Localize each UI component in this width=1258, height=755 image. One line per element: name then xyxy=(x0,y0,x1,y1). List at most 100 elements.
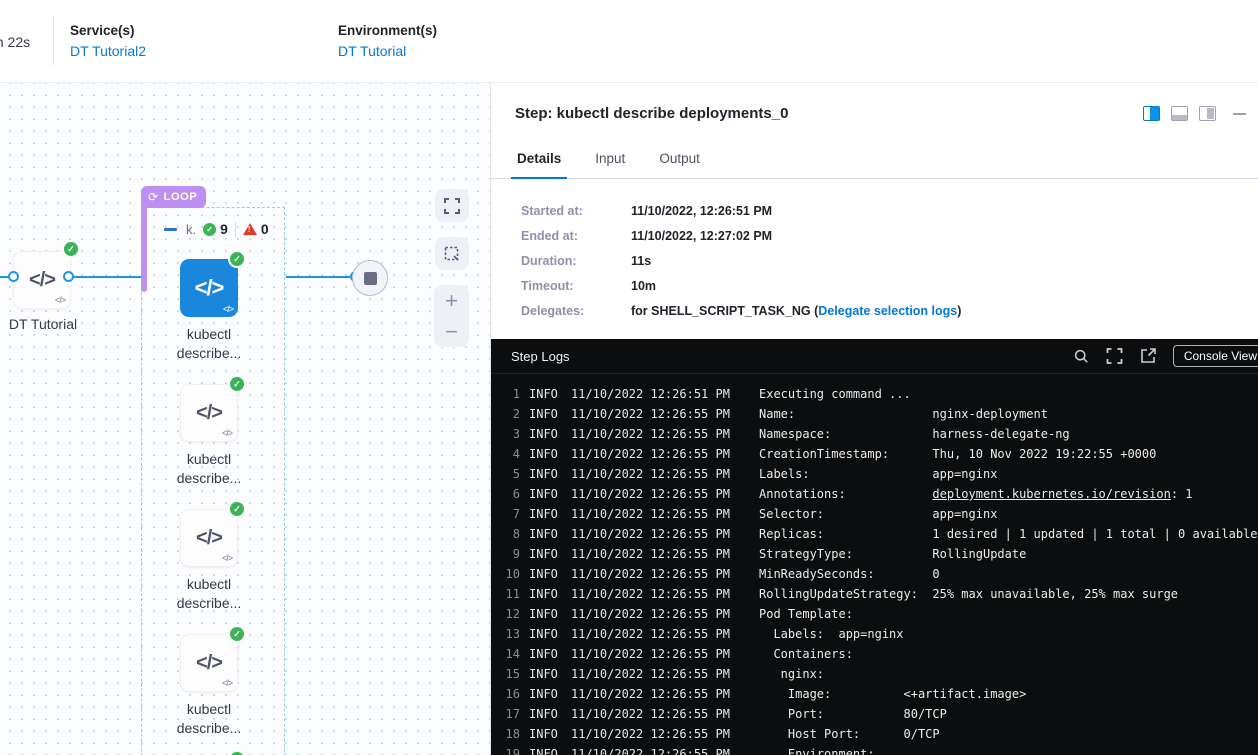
log-message: Containers: xyxy=(759,644,853,664)
fullscreen-icon[interactable] xyxy=(1106,348,1123,364)
loop-icon: ⟳ xyxy=(148,190,159,204)
tab-input[interactable]: Input xyxy=(593,151,627,178)
services-label: Service(s) xyxy=(70,23,146,38)
stop-node[interactable] xyxy=(352,260,388,296)
start-step-node[interactable]: </> </> xyxy=(13,251,71,309)
log-level: INFO xyxy=(529,584,558,604)
detail-value: 11/10/2022, 12:27:02 PM xyxy=(631,229,772,243)
log-timestamp: 11/10/2022 12:26:55 PM xyxy=(571,404,729,424)
loop-badge-label: LOOP xyxy=(164,191,198,203)
step-node[interactable]: </></> xyxy=(180,634,238,692)
success-check-icon: ✓ xyxy=(230,627,244,641)
bottom-view-icon[interactable] xyxy=(1171,106,1188,121)
log-line: 18INFO11/10/2022 12:26:55 PM Host Port: … xyxy=(491,724,1258,744)
delegate-selection-logs-link[interactable]: Delegate selection logs xyxy=(818,304,957,318)
tab-details[interactable]: Details xyxy=(515,151,563,178)
code-mini-icon: </> xyxy=(222,678,232,688)
log-timestamp: 11/10/2022 12:26:55 PM xyxy=(571,744,729,755)
zoom-in-button[interactable]: + xyxy=(434,285,469,316)
log-lines[interactable]: 1INFO11/10/2022 12:26:51 PMExecuting com… xyxy=(491,374,1258,755)
log-level: INFO xyxy=(529,444,558,464)
collapse-icon[interactable] xyxy=(164,228,177,231)
edge-loop-to-end xyxy=(286,276,356,278)
log-timestamp: 11/10/2022 12:26:55 PM xyxy=(571,484,729,504)
log-line-number: 10 xyxy=(496,564,520,584)
log-timestamp: 11/10/2022 12:26:55 PM xyxy=(571,544,729,564)
log-link[interactable]: deployment.kubernetes.io/revision xyxy=(932,487,1170,501)
log-message: Host Port: 0/TCP xyxy=(759,724,940,744)
log-level: INFO xyxy=(529,744,558,755)
log-toolbar xyxy=(1074,348,1156,364)
code-mini-icon: </> xyxy=(222,553,232,563)
log-timestamp: 11/10/2022 12:26:55 PM xyxy=(571,524,729,544)
zoom-out-button[interactable]: − xyxy=(434,316,469,347)
log-message: MinReadySeconds: 0 xyxy=(759,564,940,584)
log-level: INFO xyxy=(529,684,558,704)
log-line: 13INFO11/10/2022 12:26:55 PM Labels: app… xyxy=(491,624,1258,644)
log-line-number: 3 xyxy=(496,424,520,444)
log-level: INFO xyxy=(529,664,558,684)
log-line: 17INFO11/10/2022 12:26:55 PM Port: 80/TC… xyxy=(491,704,1258,724)
log-timestamp: 11/10/2022 12:26:55 PM xyxy=(571,704,729,724)
execution-top-bar: m 22s Service(s) DT Tutorial2 Environmen… xyxy=(0,0,1258,83)
marquee-icon xyxy=(444,246,460,262)
search-icon[interactable] xyxy=(1074,349,1089,364)
log-line: 4INFO11/10/2022 12:26:55 PMCreationTimes… xyxy=(491,444,1258,464)
detail-row: Ended at: 11/10/2022, 12:27:02 PM xyxy=(521,229,1258,243)
code-icon: </> xyxy=(196,652,222,675)
log-line-number: 7 xyxy=(496,504,520,524)
log-message: CreationTimestamp: Thu, 10 Nov 2022 19:2… xyxy=(759,444,1156,464)
log-level: INFO xyxy=(529,484,558,504)
failed-count: 0 xyxy=(261,221,269,237)
log-timestamp: 11/10/2022 12:26:55 PM xyxy=(571,664,729,684)
loop-badge: ⟳ LOOP xyxy=(141,186,206,208)
harness-execution-view: m 22s Service(s) DT Tutorial2 Environmen… xyxy=(0,0,1258,755)
log-line-number: 8 xyxy=(496,524,520,544)
log-level: INFO xyxy=(529,624,558,644)
port-icon xyxy=(8,271,19,282)
step-logs-section: Step Logs Conso xyxy=(491,339,1258,755)
step-node[interactable]: </></> xyxy=(180,509,238,567)
environment-link[interactable]: DT Tutorial xyxy=(338,43,406,59)
step-logs-title: Step Logs xyxy=(511,349,1074,364)
log-level: INFO xyxy=(529,504,558,524)
log-line-number: 16 xyxy=(496,684,520,704)
detail-label: Ended at: xyxy=(521,229,631,243)
log-level: INFO xyxy=(529,704,558,724)
log-line: 9INFO11/10/2022 12:26:55 PMStrategyType:… xyxy=(491,544,1258,564)
log-message: Labels: app=nginx xyxy=(759,464,997,484)
step-details: Started at: 11/10/2022, 12:26:51 PM Ende… xyxy=(491,179,1258,339)
log-line: 3INFO11/10/2022 12:26:55 PMNamespace: ha… xyxy=(491,424,1258,444)
step-node[interactable]: </></> xyxy=(180,384,238,442)
tab-output[interactable]: Output xyxy=(657,151,702,178)
right-view-icon[interactable] xyxy=(1199,106,1216,121)
log-line: 12INFO11/10/2022 12:26:55 PMPod Template… xyxy=(491,604,1258,624)
log-line-number: 19 xyxy=(496,744,520,755)
delegates-suffix: ) xyxy=(957,304,961,318)
step-node[interactable]: </></> xyxy=(180,259,238,317)
split-view-icon[interactable] xyxy=(1143,106,1160,121)
detail-row-delegates: Delegates: for SHELL_SCRIPT_TASK_NG (Del… xyxy=(521,304,1258,318)
detail-label: Duration: xyxy=(521,254,631,268)
open-in-new-icon[interactable] xyxy=(1140,348,1156,364)
log-timestamp: 11/10/2022 12:26:55 PM xyxy=(571,504,729,524)
log-line: 15INFO11/10/2022 12:26:55 PM nginx: xyxy=(491,664,1258,684)
console-view-button[interactable]: Console View xyxy=(1173,345,1258,367)
pipeline-canvas[interactable]: </> </> ✓ DT Tutorial ⟳ LOOP k. ✓ 9 0 xyxy=(0,83,490,755)
topbar-divider xyxy=(53,16,54,66)
minimize-icon[interactable] xyxy=(1233,113,1246,115)
log-message: Pod Template: xyxy=(759,604,853,624)
marquee-select-button[interactable] xyxy=(435,237,469,270)
log-message: Environment: xyxy=(759,744,875,755)
log-level: INFO xyxy=(529,564,558,584)
detail-label: Delegates: xyxy=(521,304,631,318)
detail-row: Started at: 11/10/2022, 12:26:51 PM xyxy=(521,204,1258,218)
log-message: RollingUpdateStrategy: 25% max unavailab… xyxy=(759,584,1178,604)
loop-accent-bar xyxy=(141,207,147,292)
success-count-icon: ✓ xyxy=(203,223,216,236)
log-line: 7INFO11/10/2022 12:26:55 PMSelector: app… xyxy=(491,504,1258,524)
success-check-icon: ✓ xyxy=(230,252,244,266)
service-link[interactable]: DT Tutorial2 xyxy=(70,43,146,59)
fit-to-screen-button[interactable] xyxy=(435,189,469,222)
log-timestamp: 11/10/2022 12:26:55 PM xyxy=(571,684,729,704)
